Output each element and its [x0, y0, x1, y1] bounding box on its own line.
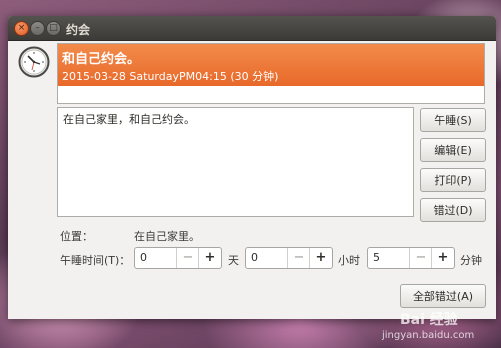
snooze-minutes-unit: 分钟: [460, 254, 482, 267]
snooze-hours-unit: 小时: [338, 254, 360, 267]
snooze-hours-decrement[interactable]: −: [287, 248, 310, 268]
event-description[interactable]: 在自己家里，和自己约会。: [57, 107, 414, 217]
watermark: Bai 经验 jingyan.baidu.com: [382, 308, 494, 346]
snooze-hours-value[interactable]: 0: [251, 251, 258, 264]
snooze-minutes-spinner[interactable]: 5 − +: [367, 247, 455, 269]
print-button[interactable]: 打印(P): [420, 168, 486, 192]
clock-icon: [18, 46, 50, 78]
titlebar: × – □ 约会: [8, 16, 496, 41]
snooze-days-decrement[interactable]: −: [176, 248, 199, 268]
snooze-button[interactable]: 午睡(S): [420, 108, 486, 132]
snooze-minutes-value[interactable]: 5: [373, 251, 380, 264]
location-value: 在自己家里。: [134, 230, 200, 243]
dismiss-button[interactable]: 错过(D): [420, 198, 486, 222]
watermark-url: jingyan.baidu.com: [382, 330, 475, 341]
window-title: 约会: [66, 23, 91, 37]
close-window-button[interactable]: ×: [14, 21, 29, 36]
snooze-minutes-increment[interactable]: +: [431, 248, 454, 268]
watermark-brand: Bai 经验: [400, 312, 458, 328]
snooze-hours-increment[interactable]: +: [309, 248, 332, 268]
event-header: 和自己约会。 2015-03-28 SaturdayPM04:15 (30 分钟…: [57, 43, 485, 104]
snooze-days-increment[interactable]: +: [198, 248, 221, 268]
event-header-band: 和自己约会。 2015-03-28 SaturdayPM04:15 (30 分钟…: [58, 44, 484, 86]
event-datetime: 2015-03-28 SaturdayPM04:15 (30 分钟): [62, 70, 279, 83]
dismiss-all-button[interactable]: 全部错过(A): [400, 284, 486, 308]
event-title: 和自己约会。: [62, 52, 141, 67]
snooze-time-label: 午睡时间(T)：: [60, 254, 131, 267]
snooze-days-unit: 天: [228, 254, 239, 267]
snooze-days-spinner[interactable]: 0 − +: [134, 247, 222, 269]
reminder-window: × – □ 约会 和自己约会。 2015-03-28 SaturdayPM04:…: [8, 16, 496, 319]
location-label: 位置：: [60, 230, 93, 243]
minimize-window-button[interactable]: –: [30, 21, 45, 36]
edit-button[interactable]: 编辑(E): [420, 138, 486, 162]
maximize-window-button[interactable]: □: [46, 21, 61, 36]
snooze-days-value[interactable]: 0: [140, 251, 147, 264]
snooze-hours-spinner[interactable]: 0 − +: [245, 247, 333, 269]
snooze-minutes-decrement[interactable]: −: [409, 248, 432, 268]
